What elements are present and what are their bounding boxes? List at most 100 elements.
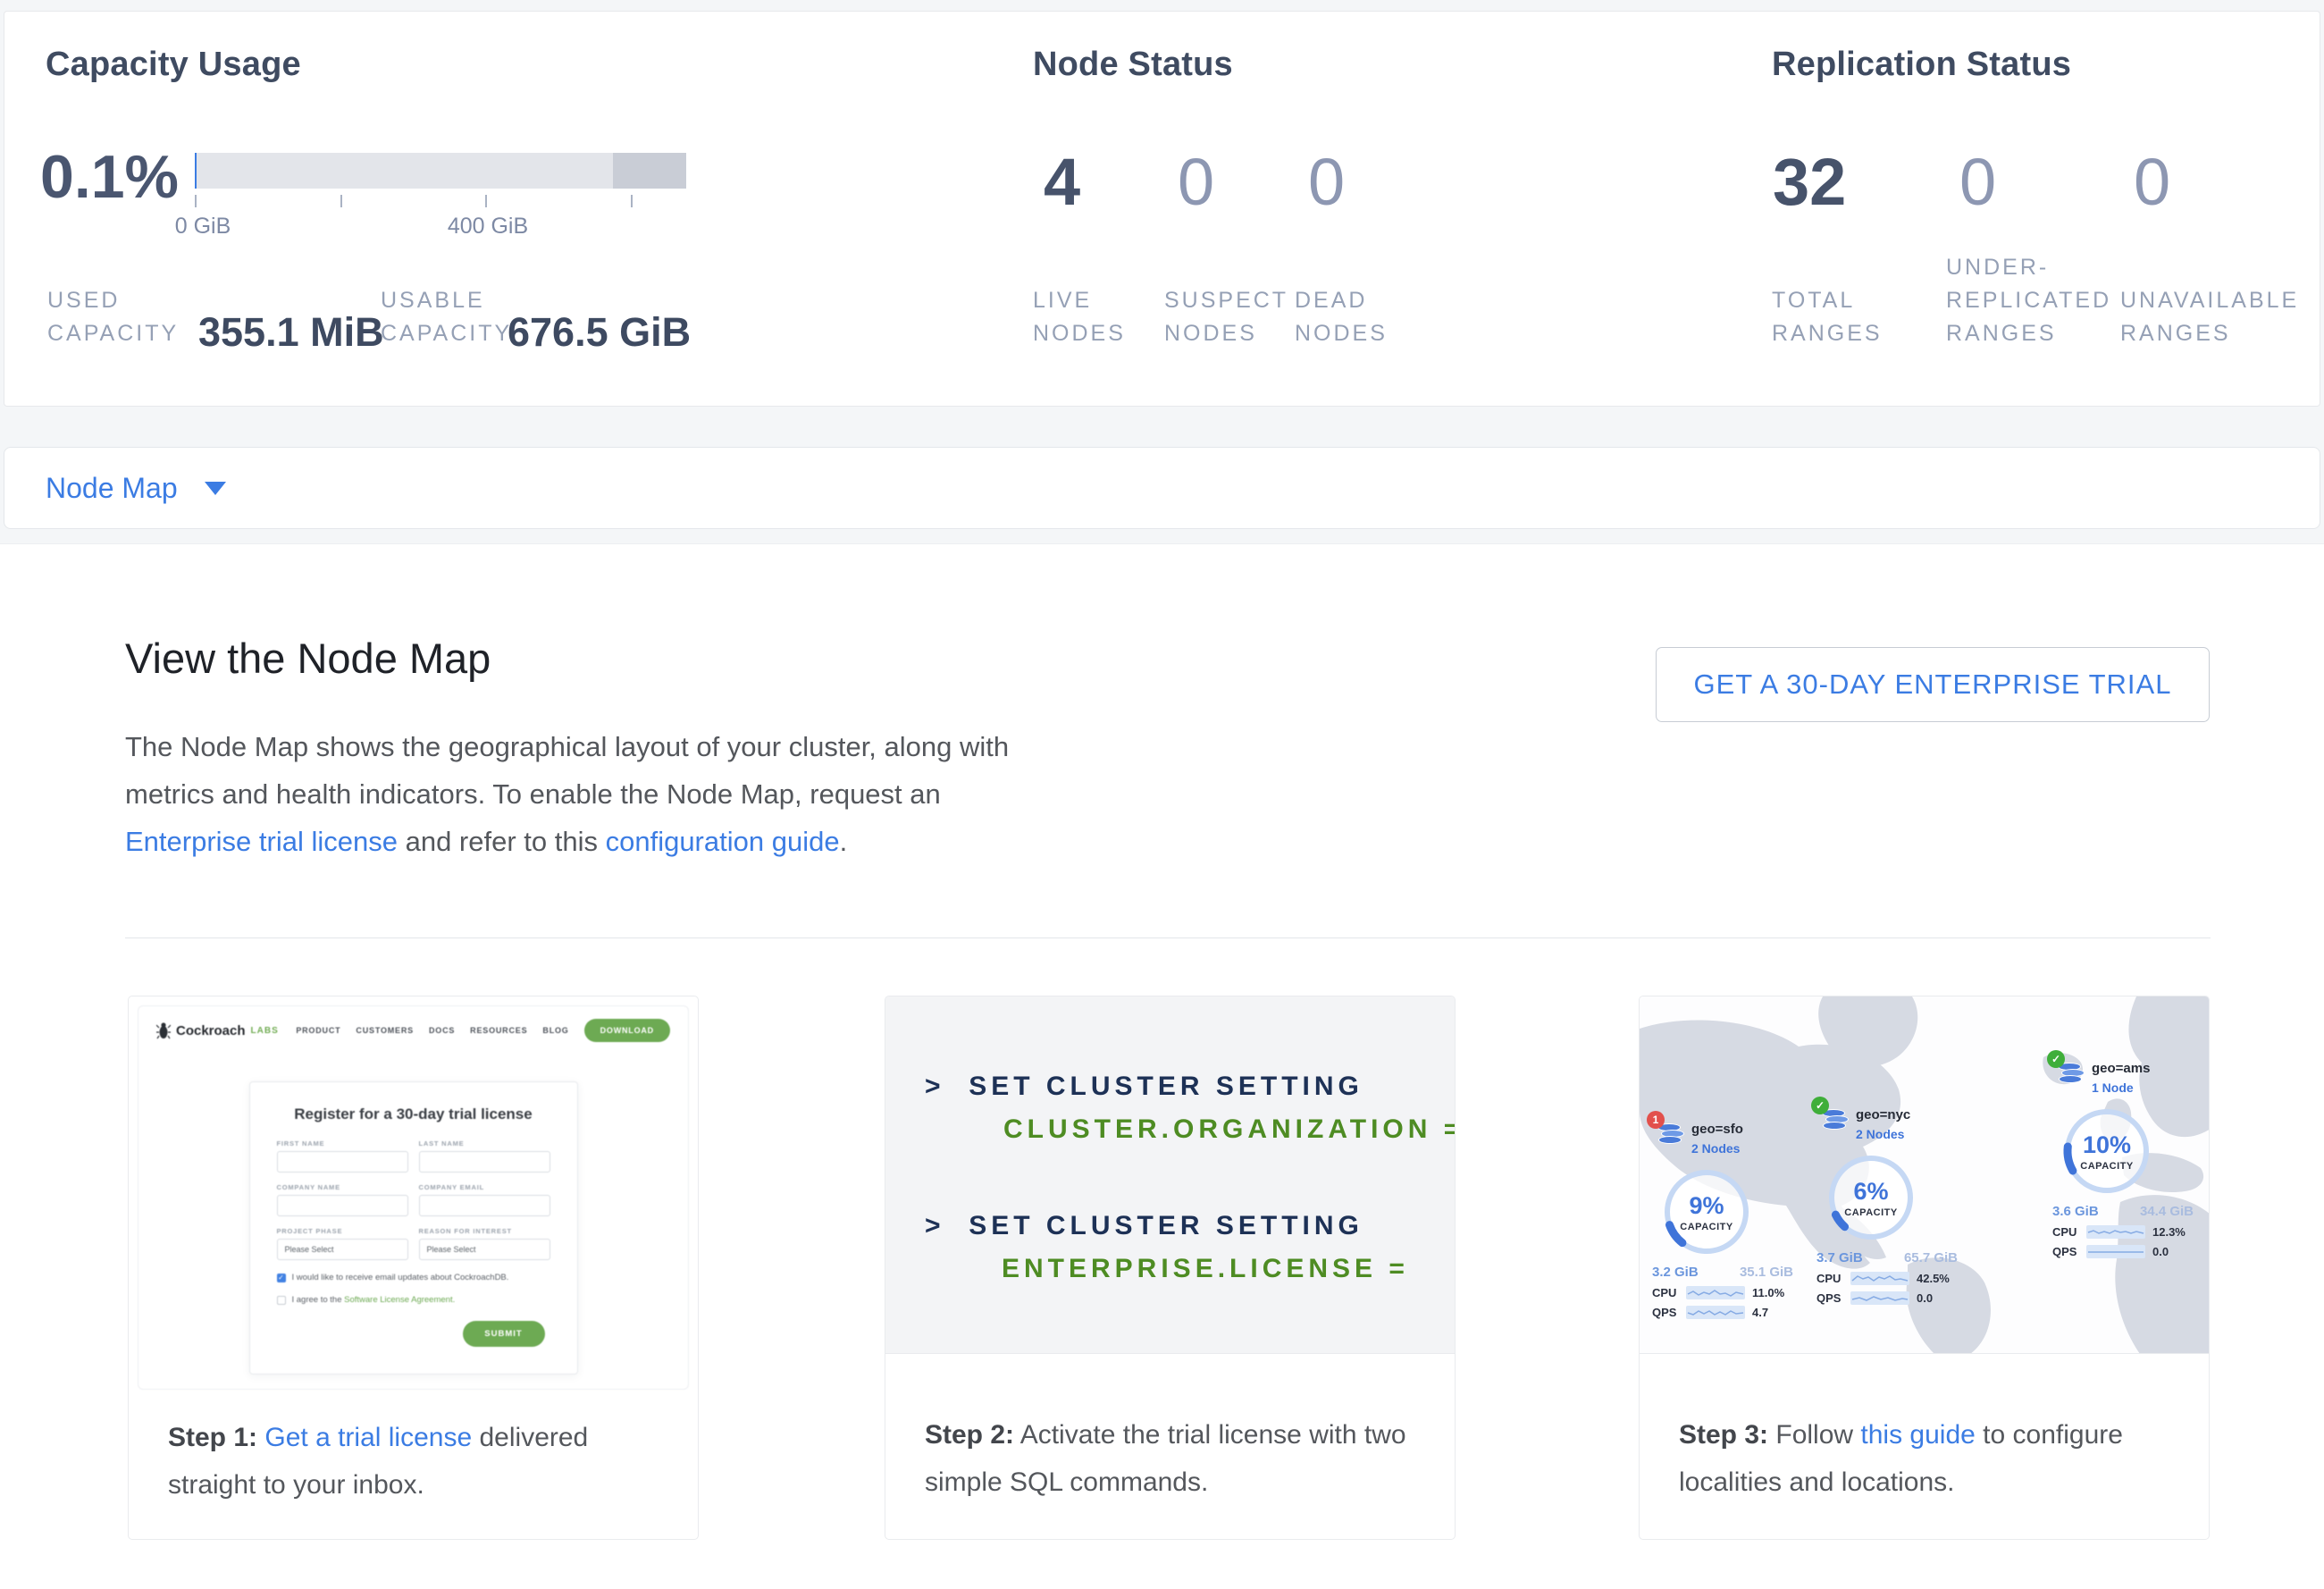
- get-trial-license-link[interactable]: Get a trial license: [264, 1423, 472, 1452]
- capacity-tick: [485, 195, 487, 207]
- node-status-title: Node Status: [1033, 46, 1233, 84]
- cpu-label: CPU: [1816, 1272, 1850, 1285]
- capacity-gauge: 9% CAPACITY: [1657, 1163, 1756, 1261]
- chevron-down-icon: [205, 482, 226, 495]
- node-stack-icon: [1657, 1125, 1684, 1144]
- project-phase-label: PROJECT PHASE: [277, 1227, 408, 1235]
- company-name-label: COMPANY NAME: [277, 1183, 408, 1191]
- configuration-guide-link[interactable]: configuration guide: [606, 826, 840, 857]
- cpu-sparkline: [2086, 1225, 2145, 1239]
- cpu-value: 11.0%: [1752, 1286, 1784, 1299]
- this-guide-link[interactable]: this guide: [1860, 1420, 1975, 1450]
- company-email-label: COMPANY EMAIL: [419, 1183, 550, 1191]
- node-stack-icon: [2058, 1064, 2085, 1083]
- sql-cluster-organization: CLUSTER.ORGANIZATION =: [1003, 1114, 1456, 1145]
- nodemap-selector-label: Node Map: [46, 472, 178, 505]
- locality-name: geo=sfo: [1691, 1122, 1743, 1137]
- sql-set-cluster-setting-1: > SET CLUSTER SETTING: [925, 1072, 1363, 1102]
- capacity-tick: [631, 195, 633, 207]
- capacity-used: 3.2 GiB: [1652, 1265, 1699, 1280]
- step2-card: > SET CLUSTER SETTING CLUSTER.ORGANIZATI…: [885, 996, 1456, 1540]
- node-stack-icon: [1822, 1111, 1849, 1130]
- capacity-tick: [340, 195, 342, 207]
- step1-card: Cockroach LABS PRODUCT CUSTOMERS DOCS RE…: [128, 996, 699, 1540]
- step1-caption: Step 1: Get a trial license delivered st…: [129, 1391, 698, 1509]
- capacity-percent: 9%: [1689, 1192, 1724, 1220]
- locality-name: geo=ams: [2092, 1061, 2150, 1076]
- first-name-label: FIRST NAME: [277, 1139, 408, 1148]
- qps-value: 4.7: [1752, 1306, 1768, 1319]
- cpu-sparkline: [1850, 1272, 1909, 1285]
- capacity-usage-title: Capacity Usage: [46, 46, 301, 84]
- dead-nodes-label: DEAD NODES: [1295, 284, 1388, 350]
- trial-registration-screenshot: Cockroach LABS PRODUCT CUSTOMERS DOCS RE…: [138, 1005, 689, 1390]
- cpu-value: 12.3%: [2152, 1225, 2186, 1239]
- live-nodes-count: 4: [1044, 144, 1080, 220]
- capacity-percent: 6%: [1853, 1178, 1888, 1206]
- capacity-used: 3.6 GiB: [2052, 1204, 2099, 1219]
- locality-widget-nyc: ✓ geo=nyc 2 Nodes 6% CAPACITY: [1816, 1107, 1959, 1305]
- qps-value: 0.0: [2152, 1245, 2169, 1258]
- capacity-percent: 10%: [2083, 1131, 2131, 1159]
- last-name-field: [419, 1151, 550, 1173]
- nodemap-enterprise-section: View the Node Map The Node Map shows the…: [0, 543, 2324, 1589]
- capacity-label: CAPACITY: [1844, 1207, 1897, 1218]
- used-capacity-value: 355.1 MiB: [198, 309, 384, 356]
- capacity-total: 34.4 GiB: [2140, 1204, 2194, 1219]
- reason-for-interest-select: Please Select: [419, 1239, 550, 1260]
- capacity-bar-non-usable: [613, 153, 687, 189]
- cockroach-bug-icon: [156, 1022, 171, 1039]
- reason-for-interest-label: REASON FOR INTEREST: [419, 1227, 550, 1235]
- capacity-total: 35.1 GiB: [1740, 1265, 1793, 1280]
- status-ok-icon: ✓: [1811, 1097, 1829, 1114]
- locality-widget-ams: ✓ geo=ams 1 Node 10% CAPACITY: [2052, 1061, 2195, 1258]
- qps-sparkline: [1850, 1291, 1909, 1305]
- site-nav: PRODUCT CUSTOMERS DOCS RESOURCES BLOG DO…: [296, 1019, 670, 1042]
- nav-item-docs: DOCS: [429, 1026, 455, 1035]
- get-enterprise-trial-button[interactable]: GET A 30-DAY ENTERPRISE TRIAL: [1656, 647, 2210, 722]
- nodemap-description: The Node Map shows the geographical layo…: [125, 723, 1019, 865]
- step3-text: Follow: [1768, 1420, 1860, 1450]
- step2-caption: Step 2: Activate the trial license with …: [885, 1354, 1455, 1506]
- cpu-sparkline: [1686, 1286, 1745, 1299]
- nodemap-preview-image: 1 geo=sfo 2 Nodes 9% CAPACITY: [1640, 996, 2209, 1354]
- download-button: DOWNLOAD: [584, 1019, 670, 1042]
- description-text: .: [840, 826, 848, 857]
- enterprise-trial-license-link[interactable]: Enterprise trial license: [125, 826, 398, 857]
- step3-label: Step 3:: [1679, 1420, 1768, 1450]
- capacity-label: CAPACITY: [1680, 1222, 1733, 1232]
- email-updates-checkbox: ✓: [277, 1274, 286, 1282]
- qps-label: QPS: [2052, 1245, 2086, 1258]
- section-divider: [125, 937, 2211, 938]
- capacity-gauge: 10% CAPACITY: [2058, 1102, 2156, 1200]
- description-text: and refer to this: [398, 826, 606, 857]
- brand-name: Cockroach: [176, 1023, 246, 1038]
- locality-name: geo=nyc: [1856, 1107, 1910, 1122]
- step3-caption: Step 3: Follow this guide to configure l…: [1640, 1354, 2209, 1506]
- step2-label: Step 2:: [925, 1420, 1014, 1450]
- dead-nodes-count: 0: [1308, 144, 1345, 220]
- capacity-bar: [195, 153, 686, 189]
- form-title: Register for a 30-day trial license: [277, 1106, 550, 1123]
- sql-commands-preview: > SET CLUSTER SETTING CLUSTER.ORGANIZATI…: [885, 996, 1455, 1354]
- last-name-label: LAST NAME: [419, 1139, 550, 1148]
- usable-capacity-label: USABLE CAPACITY: [381, 284, 512, 350]
- usable-capacity-value: 676.5 GiB: [508, 309, 691, 356]
- used-capacity-label: USED CAPACITY: [47, 284, 179, 350]
- company-name-field: [277, 1195, 408, 1216]
- suspect-nodes-count: 0: [1178, 144, 1214, 220]
- nav-item-product: PRODUCT: [296, 1026, 340, 1035]
- cpu-label: CPU: [1652, 1286, 1686, 1299]
- sql-enterprise-license: ENTERPRISE.LICENSE =: [1002, 1254, 1409, 1284]
- capacity-tick-label: 0 GiB: [175, 214, 231, 240]
- qps-sparkline: [2086, 1245, 2145, 1258]
- capacity-bar-used: [195, 153, 197, 189]
- capacity-total: 65.7 GiB: [1904, 1250, 1958, 1265]
- capacity-label: CAPACITY: [2080, 1161, 2133, 1172]
- nav-item-customers: CUSTOMERS: [356, 1026, 414, 1035]
- nav-item-resources: RESOURCES: [470, 1026, 527, 1035]
- brand-suffix: LABS: [251, 1026, 279, 1036]
- locality-node-count: 2 Nodes: [1856, 1127, 1904, 1141]
- nodemap-view-selector[interactable]: Node Map: [4, 447, 2320, 529]
- total-ranges-count: 32: [1773, 144, 1846, 220]
